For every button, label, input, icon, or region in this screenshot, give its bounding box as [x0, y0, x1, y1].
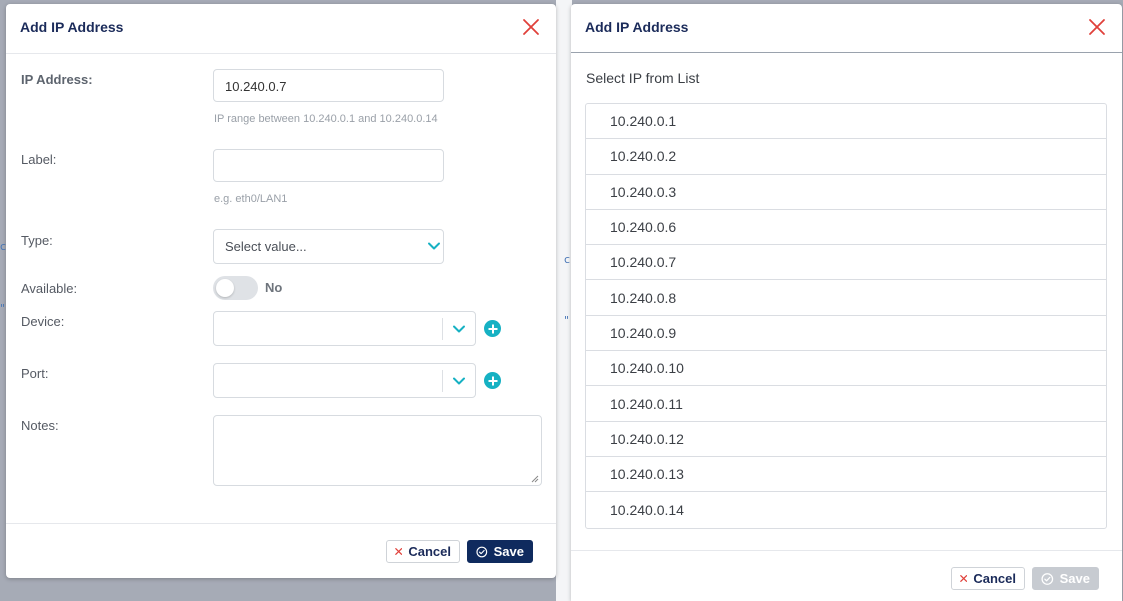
- footer-divider: [571, 550, 1122, 551]
- ip-list-item[interactable]: 10.240.0.12: [586, 422, 1106, 457]
- ip-list-item[interactable]: 10.240.0.10: [586, 351, 1106, 387]
- save-button[interactable]: Save: [467, 540, 533, 563]
- ip-list: 10.240.0.1 10.240.0.2 10.240.0.3 10.240.…: [585, 103, 1107, 529]
- notes-textarea[interactable]: [213, 415, 542, 486]
- type-label: Type:: [21, 233, 53, 248]
- type-select-placeholder: Select value...: [225, 239, 307, 254]
- close-icon: [523, 19, 539, 35]
- background-page-strip: [556, 0, 572, 601]
- select-ip-modal: Add IP Address Select IP from List 10.24…: [571, 4, 1122, 601]
- background-text-fragment: c: [564, 253, 571, 266]
- x-icon: [960, 575, 968, 582]
- device-select[interactable]: [213, 311, 476, 346]
- modal-header: Add IP Address: [6, 4, 556, 54]
- check-circle-icon: [476, 546, 488, 557]
- select-divider: [442, 318, 443, 340]
- toggle-knob: [216, 279, 234, 297]
- cancel-button[interactable]: Cancel: [386, 540, 460, 563]
- background-text-fragment: ": [564, 314, 570, 327]
- cancel-label: Cancel: [973, 571, 1016, 586]
- cancel-label: Cancel: [408, 544, 451, 559]
- add-device-button[interactable]: [484, 320, 501, 337]
- x-icon: [395, 548, 403, 555]
- resize-grip-icon[interactable]: [531, 475, 539, 483]
- chevron-down-icon: [428, 242, 440, 250]
- modal-header: Add IP Address: [571, 4, 1122, 53]
- save-label: Save: [493, 544, 524, 559]
- close-button[interactable]: [1086, 16, 1108, 38]
- label-hint: e.g. eth0/LAN1: [214, 193, 288, 205]
- close-icon: [1089, 19, 1105, 35]
- ip-list-item[interactable]: 10.240.0.14: [586, 492, 1106, 527]
- save-label: Save: [1059, 571, 1090, 586]
- modal-title: Add IP Address: [585, 19, 689, 35]
- save-button[interactable]: Save: [1032, 567, 1099, 590]
- ip-list-item[interactable]: 10.240.0.6: [586, 210, 1106, 246]
- label-field-label: Label:: [21, 152, 57, 167]
- ip-list-heading: Select IP from List: [586, 70, 700, 86]
- available-state-text: No: [265, 280, 283, 295]
- ip-list-item[interactable]: 10.240.0.13: [586, 457, 1106, 493]
- port-label: Port:: [21, 366, 49, 381]
- modal-title: Add IP Address: [20, 19, 124, 35]
- select-divider: [442, 370, 443, 392]
- add-ip-address-modal: Add IP Address IP Address: 10.240.0.7 IP…: [6, 4, 556, 578]
- available-label: Available:: [21, 281, 78, 296]
- check-circle-icon: [1041, 572, 1054, 585]
- background-text-fragment: ": [0, 302, 6, 315]
- available-toggle[interactable]: [213, 276, 258, 300]
- cancel-button[interactable]: Cancel: [951, 567, 1025, 590]
- ip-list-item[interactable]: 10.240.0.7: [586, 245, 1106, 281]
- ip-list-item[interactable]: 10.240.0.2: [586, 139, 1106, 175]
- type-select[interactable]: Select value...: [213, 229, 444, 264]
- ip-list-item[interactable]: 10.240.0.11: [586, 386, 1106, 422]
- ip-list-item[interactable]: 10.240.0.1: [586, 104, 1106, 140]
- ip-list-item[interactable]: 10.240.0.3: [586, 175, 1106, 210]
- add-port-button[interactable]: [484, 372, 501, 389]
- ip-list-item[interactable]: 10.240.0.8: [586, 280, 1106, 316]
- footer-divider: [6, 523, 556, 524]
- chevron-down-icon: [453, 377, 465, 385]
- ip-range-hint: IP range between 10.240.0.1 and 10.240.0…: [214, 113, 438, 125]
- chevron-down-icon: [453, 325, 465, 333]
- ip-address-label: IP Address:: [21, 72, 93, 87]
- ip-list-item[interactable]: 10.240.0.9: [586, 316, 1106, 352]
- notes-label: Notes:: [21, 418, 59, 433]
- device-label: Device:: [21, 314, 65, 329]
- port-select[interactable]: [213, 363, 476, 398]
- ip-address-input[interactable]: 10.240.0.7: [213, 69, 444, 102]
- close-button[interactable]: [520, 16, 542, 38]
- label-input[interactable]: [213, 149, 444, 182]
